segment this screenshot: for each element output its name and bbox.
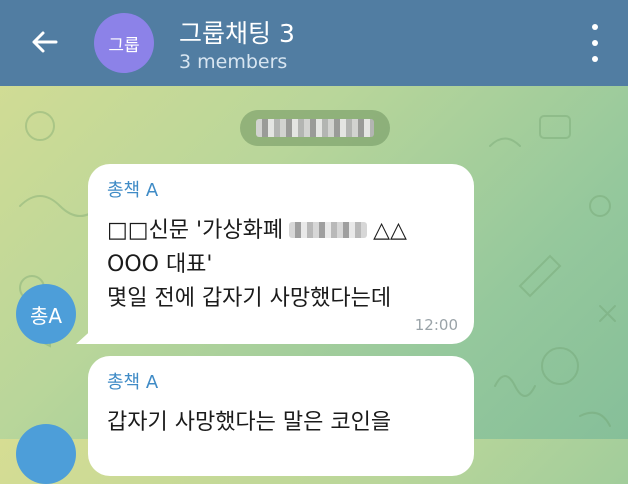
user-avatar[interactable] bbox=[16, 424, 76, 484]
blurred-date bbox=[256, 119, 374, 137]
sender-name[interactable]: 총책 A bbox=[107, 368, 158, 394]
group-avatar[interactable]: 그룹 bbox=[94, 13, 154, 73]
dot-icon bbox=[592, 40, 598, 46]
user-avatar[interactable]: 총A bbox=[16, 284, 76, 344]
chat-header: 그룹 그룹채팅 3 3 members bbox=[0, 0, 628, 86]
dot-icon bbox=[592, 24, 598, 30]
message-bubble[interactable]: 총책 A □□신문 '가상화폐 △△ OOO 대표' 몇일 전에 갑자기 사망했다… bbox=[88, 164, 474, 344]
message-text: 몇일 전에 갑자기 사망했다는데 bbox=[107, 286, 392, 311]
sender-name[interactable]: 총책 A bbox=[107, 176, 158, 202]
back-button[interactable] bbox=[22, 22, 66, 62]
member-count: 3 members bbox=[179, 51, 288, 73]
dot-icon bbox=[592, 56, 598, 62]
message-line: □□신문 '가상화폐 △△ bbox=[107, 212, 407, 244]
more-options-button[interactable] bbox=[584, 24, 606, 62]
message-text: □□신문 '가상화폐 bbox=[107, 218, 284, 243]
message-text: 갑자기 사망했다는 말은 코인을 bbox=[107, 410, 392, 435]
chat-title[interactable]: 그룹채팅 3 bbox=[179, 14, 295, 50]
message-time: 12:00 bbox=[414, 316, 458, 334]
date-separator bbox=[240, 110, 390, 146]
blurred-text bbox=[289, 222, 368, 238]
message-text: OOO 대표' bbox=[107, 252, 213, 277]
message-bubble[interactable]: 총책 A 갑자기 사망했다는 말은 코인을 bbox=[88, 356, 474, 476]
message-text: △△ bbox=[373, 218, 407, 243]
arrow-left-icon bbox=[32, 31, 58, 53]
